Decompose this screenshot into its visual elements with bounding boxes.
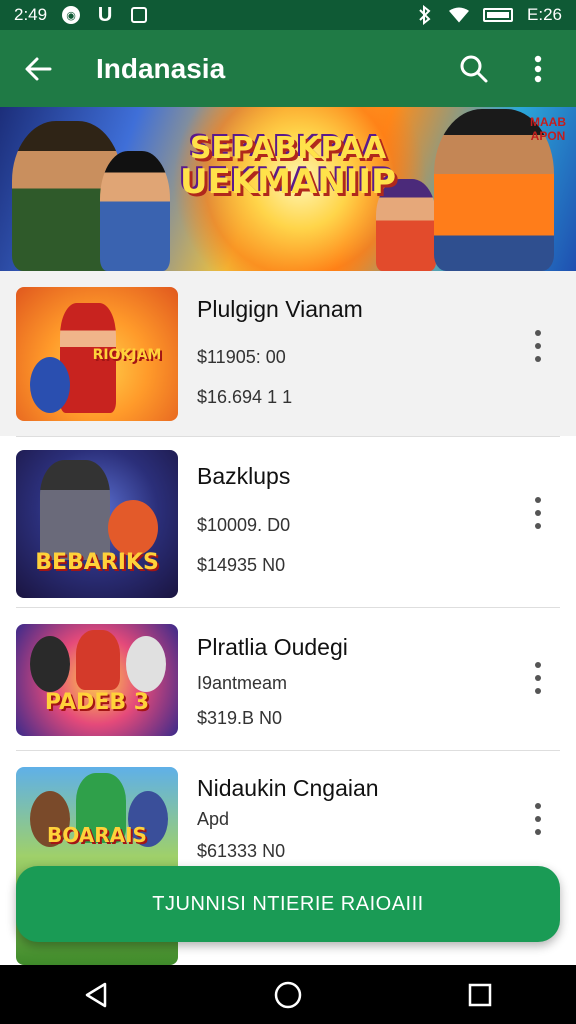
item-more-icon[interactable] bbox=[526, 493, 550, 533]
app-bar: Indanasia bbox=[0, 30, 576, 107]
game-list: RIOKJAM Plulgign Vianam $11905: 00 $16.6… bbox=[0, 271, 576, 965]
thumb-label: BOARAIS bbox=[47, 823, 147, 847]
cta-button[interactable]: TJUNNISI NTIERIE RAIOAIII bbox=[16, 866, 560, 942]
item-subtext: $14935 N0 bbox=[197, 555, 286, 575]
item-title: Plratlia Oudegi bbox=[197, 634, 348, 660]
bluetooth-icon bbox=[415, 5, 435, 25]
banner-corner-text: MAAB APON bbox=[530, 115, 566, 144]
item-title: Plulgign Vianam bbox=[197, 296, 363, 322]
item-title: Bazklups bbox=[197, 463, 291, 489]
status-time: 2:49 bbox=[14, 5, 48, 24]
item-price: $11905: 00 bbox=[197, 347, 286, 367]
thumb-label: RIOKJAM bbox=[92, 347, 162, 363]
game-thumbnail: RIOKJAM bbox=[16, 287, 178, 421]
game-thumbnail: PADEB 3 bbox=[16, 624, 178, 736]
item-price: $319.B N0 bbox=[197, 708, 283, 728]
app-u-icon: U bbox=[97, 3, 113, 26]
app-square-icon bbox=[129, 5, 149, 25]
banner-title-line2: UEKMANIIP bbox=[179, 161, 396, 202]
item-subtext: Apd bbox=[197, 809, 230, 829]
list-item[interactable]: PADEB 3 Plratlia Oudegi I9antmeam $319.B… bbox=[0, 608, 576, 750]
list-item[interactable]: BEBARIKS Bazklups $10009. D0 $14935 N0 bbox=[0, 437, 576, 607]
nav-recents-icon[interactable] bbox=[460, 975, 500, 1015]
item-more-icon[interactable] bbox=[526, 799, 550, 839]
back-arrow-icon[interactable] bbox=[18, 49, 58, 89]
list-item[interactable]: RIOKJAM Plulgign Vianam $11905: 00 $16.6… bbox=[0, 271, 576, 436]
item-more-icon[interactable] bbox=[526, 658, 550, 698]
page-title: Indanasia bbox=[96, 52, 226, 84]
system-nav-bar bbox=[0, 965, 576, 1024]
banner-corner-line2: APON bbox=[530, 129, 566, 144]
search-icon[interactable] bbox=[454, 49, 494, 89]
battery-icon bbox=[483, 8, 514, 22]
banner-title-line1: SEPABKPAA bbox=[189, 131, 387, 166]
banner-hero-left-2 bbox=[100, 151, 170, 271]
item-price: $10009. D0 bbox=[197, 515, 291, 535]
nav-home-icon[interactable] bbox=[268, 975, 308, 1015]
game-thumbnail: BEBARIKS bbox=[16, 450, 178, 598]
item-subtext: I9antmeam bbox=[197, 673, 288, 693]
status-bar: 2:49 ◉ U E:26 bbox=[0, 0, 576, 30]
status-right-time: E:26 bbox=[527, 5, 562, 24]
promo-banner[interactable]: SEPABKPAA UEKMANIIP MAAB APON bbox=[0, 107, 576, 271]
thumb-label: PADEB 3 bbox=[44, 690, 150, 715]
more-vert-icon[interactable] bbox=[518, 49, 558, 89]
banner-title: SEPABKPAA UEKMANIIP bbox=[168, 133, 408, 200]
item-more-icon[interactable] bbox=[526, 326, 550, 366]
item-price: $61333 N0 bbox=[197, 841, 286, 861]
item-title: Nidaukin Cngaian bbox=[197, 775, 379, 801]
thumb-label: BEBARIKS bbox=[35, 550, 159, 575]
banner-corner-line1: MAAB bbox=[530, 115, 566, 129]
notification-circle-icon: ◉ bbox=[61, 5, 81, 25]
wifi-icon bbox=[449, 5, 470, 25]
item-subtext: $16.694 1 1 bbox=[197, 387, 293, 407]
nav-back-icon[interactable] bbox=[76, 975, 116, 1015]
